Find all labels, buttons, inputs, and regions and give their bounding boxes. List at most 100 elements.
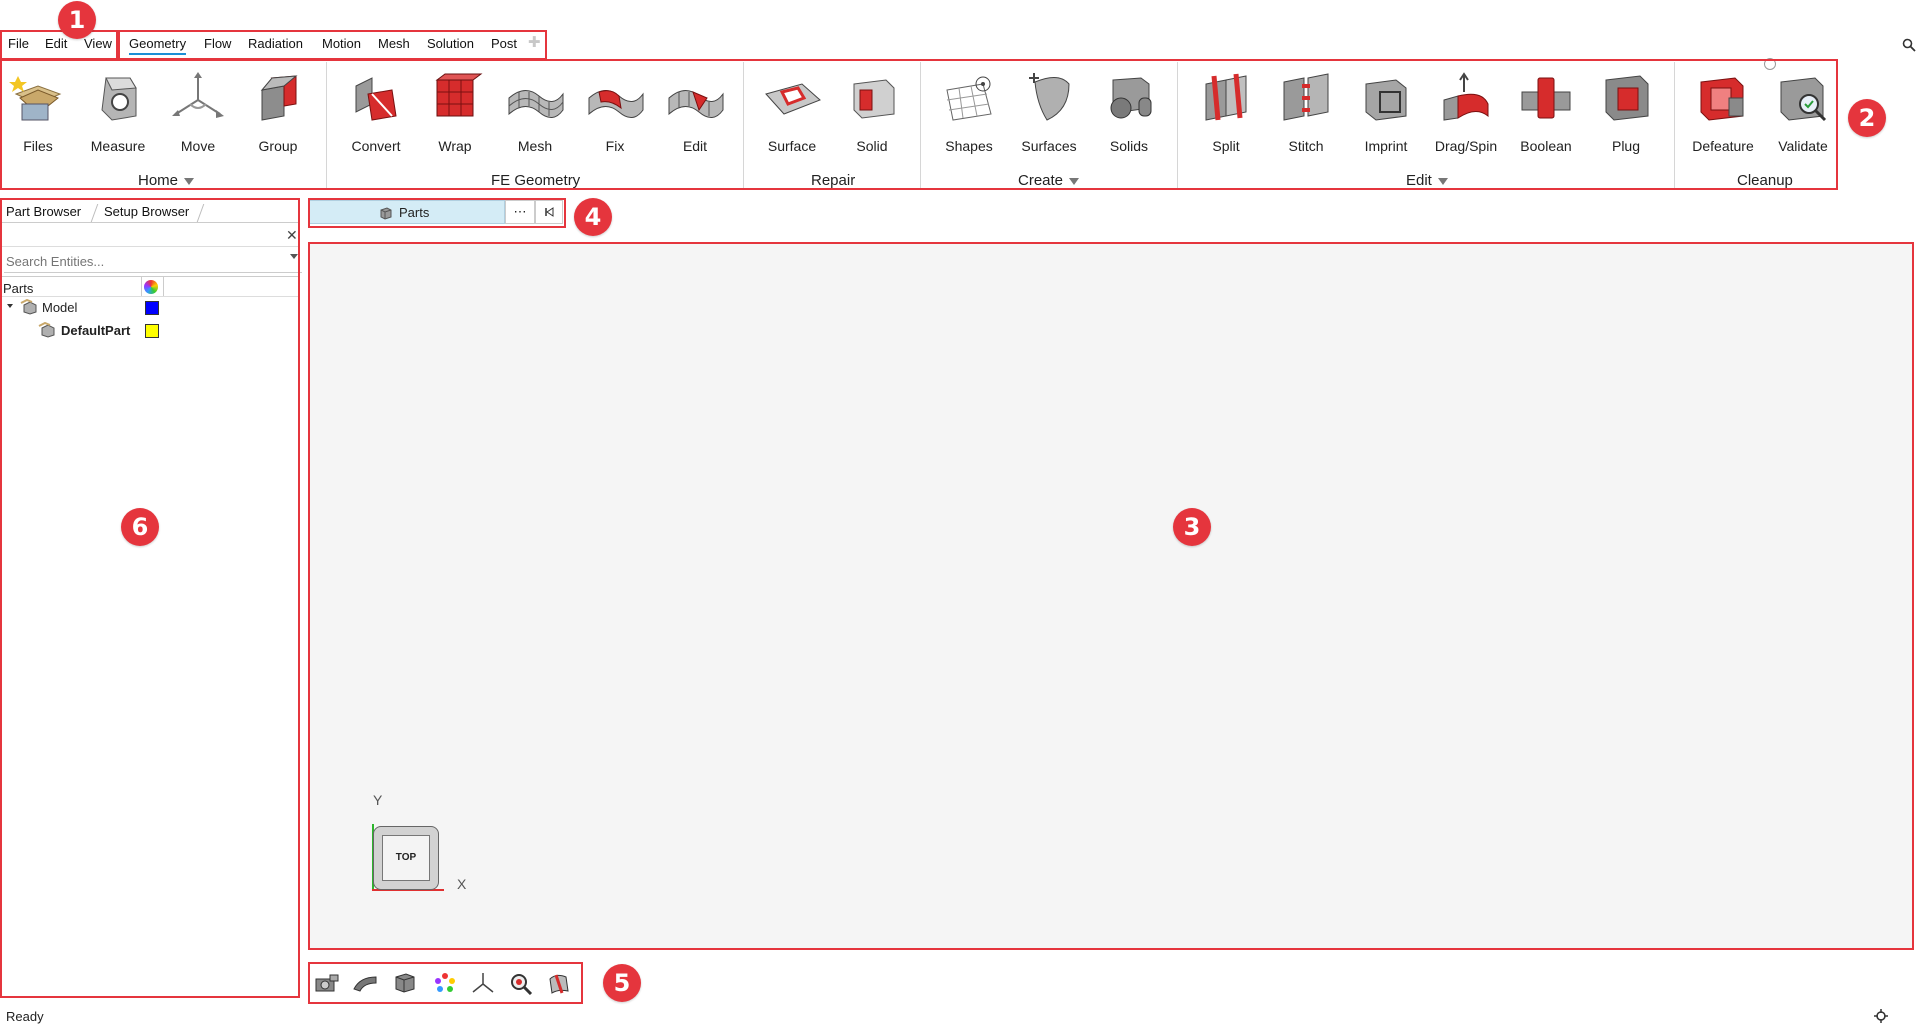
color-wheel-icon[interactable]	[144, 280, 158, 294]
shaded-display-icon[interactable]	[392, 971, 418, 995]
imprint-label: Imprint	[1364, 138, 1408, 154]
camera-views-icon[interactable]	[314, 971, 340, 995]
move-label: Move	[180, 138, 216, 154]
defeature-label: Defeature	[1692, 138, 1754, 154]
graphics-viewport[interactable]	[308, 242, 1914, 950]
snap-settings-icon[interactable]	[1874, 1009, 1888, 1023]
model-color-swatch[interactable]	[145, 301, 159, 315]
color-by-icon[interactable]	[432, 971, 458, 995]
dragspin-tool[interactable]: Drag/Spin	[1428, 70, 1504, 154]
add-tab-icon[interactable]: ✚	[528, 33, 541, 51]
tab-radiation[interactable]: Radiation	[248, 36, 303, 51]
wrap-label: Wrap	[438, 138, 472, 154]
plug-tool[interactable]: Plug	[1588, 70, 1664, 154]
divider	[0, 276, 300, 277]
boolean-label: Boolean	[1520, 138, 1572, 154]
tree-item-defaultpart[interactable]: DefaultPart	[61, 323, 130, 338]
files-label: Files	[23, 138, 53, 154]
files-icon	[9, 76, 62, 121]
section-cut-icon[interactable]	[546, 971, 572, 995]
fix-tool[interactable]: Fix	[577, 70, 653, 154]
measure-tool[interactable]: Measure	[80, 70, 156, 154]
badge-5: 5	[603, 964, 641, 1002]
parts-selector[interactable]: Parts	[308, 200, 505, 224]
repair-solid-tool[interactable]: Solid	[834, 70, 910, 154]
y-axis-label: Y	[373, 792, 383, 808]
ribbon-separator	[1674, 62, 1675, 188]
validate-label: Validate	[1778, 138, 1828, 154]
tab-part-browser[interactable]: Part Browser	[6, 204, 82, 220]
plug-label: Plug	[1611, 138, 1641, 154]
badge-3: 3	[1173, 508, 1211, 546]
tree-item-model[interactable]: Model	[42, 300, 77, 315]
boolean-tool[interactable]: Boolean	[1508, 70, 1584, 154]
edit-group-label[interactable]: Edit	[1406, 172, 1448, 189]
tab-geometry[interactable]: Geometry	[129, 36, 187, 55]
close-icon[interactable]: ✕	[286, 227, 298, 244]
repair-surface-tool[interactable]: Surface	[754, 70, 830, 154]
search-entities-input[interactable]	[4, 250, 302, 273]
search-icon[interactable]	[1902, 38, 1916, 52]
move-tool[interactable]: Move	[160, 70, 236, 154]
part-color-swatch[interactable]	[145, 324, 159, 338]
defeature-tool[interactable]: Defeature	[1685, 70, 1761, 154]
parts-first-button[interactable]	[535, 200, 563, 224]
tab-underline	[0, 222, 300, 223]
convert-tool[interactable]: Convert	[338, 70, 414, 154]
view-cube[interactable]: TOP	[373, 826, 439, 890]
move-icon	[172, 72, 224, 118]
collapse-arrow-icon[interactable]	[7, 304, 13, 308]
view-cube-face[interactable]: TOP	[382, 835, 430, 881]
skip-back-icon	[545, 207, 554, 217]
home-group-label[interactable]: Home	[138, 172, 195, 189]
solids-tool[interactable]: Solids	[1091, 70, 1167, 154]
stitch-tool[interactable]: Stitch	[1268, 70, 1344, 154]
column-divider	[163, 277, 164, 296]
surfaces-tool[interactable]: Surfaces	[1011, 70, 1087, 154]
ribbon-options-icon[interactable]	[1764, 58, 1776, 70]
boolean-icon	[1521, 77, 1571, 119]
parts-selector-label: Parts	[399, 205, 430, 220]
shapes-icon	[946, 76, 992, 121]
fe-edit-tool[interactable]: Edit	[657, 70, 733, 154]
parts-column-header[interactable]: Parts	[3, 281, 33, 296]
stitch-label: Stitch	[1288, 138, 1324, 154]
shapes-label: Shapes	[945, 138, 993, 154]
split-label: Split	[1212, 138, 1240, 154]
measure-icon	[101, 77, 137, 121]
tab-setup-browser[interactable]: Setup Browser	[104, 204, 189, 219]
tab-flow[interactable]: Flow	[204, 36, 231, 51]
mesh-tool[interactable]: Mesh	[497, 70, 573, 154]
perspective-icon[interactable]	[352, 971, 378, 995]
tab-solution[interactable]: Solution	[427, 36, 474, 51]
tab-motion[interactable]: Motion	[322, 36, 361, 51]
menu-view[interactable]: View	[84, 36, 112, 51]
dragspin-label: Drag/Spin	[1434, 138, 1498, 154]
tab-mesh[interactable]: Mesh	[378, 36, 410, 51]
group-tool[interactable]: Group	[240, 70, 316, 154]
zoom-fit-icon[interactable]	[508, 971, 534, 995]
menu-edit[interactable]: Edit	[45, 36, 67, 51]
repair-surface-icon	[765, 83, 821, 115]
parts-more-button[interactable]: ⋯	[505, 200, 535, 224]
imprint-icon	[1365, 79, 1407, 121]
mesh-label: Mesh	[517, 138, 553, 154]
files-tool[interactable]: Files	[0, 70, 76, 154]
imprint-tool[interactable]: Imprint	[1348, 70, 1424, 154]
shapes-tool[interactable]: Shapes	[931, 70, 1007, 154]
divider	[0, 296, 300, 297]
wrap-tool[interactable]: Wrap	[417, 70, 493, 154]
axis-triad-icon[interactable]	[470, 971, 496, 995]
split-tool[interactable]: Split	[1188, 70, 1264, 154]
split-icon	[1205, 73, 1247, 121]
part-cube-icon	[380, 207, 392, 220]
search-dropdown-icon[interactable]	[290, 254, 298, 259]
menu-file[interactable]: File	[8, 36, 29, 51]
group-label: Group	[258, 138, 298, 154]
fix-label: Fix	[605, 138, 625, 154]
validate-tool[interactable]: Validate	[1765, 70, 1841, 154]
cleanup-group-label: Cleanup	[1737, 172, 1793, 189]
status-text: Ready	[6, 1009, 44, 1024]
tab-post[interactable]: Post	[491, 36, 517, 51]
create-group-label[interactable]: Create	[1018, 172, 1080, 189]
